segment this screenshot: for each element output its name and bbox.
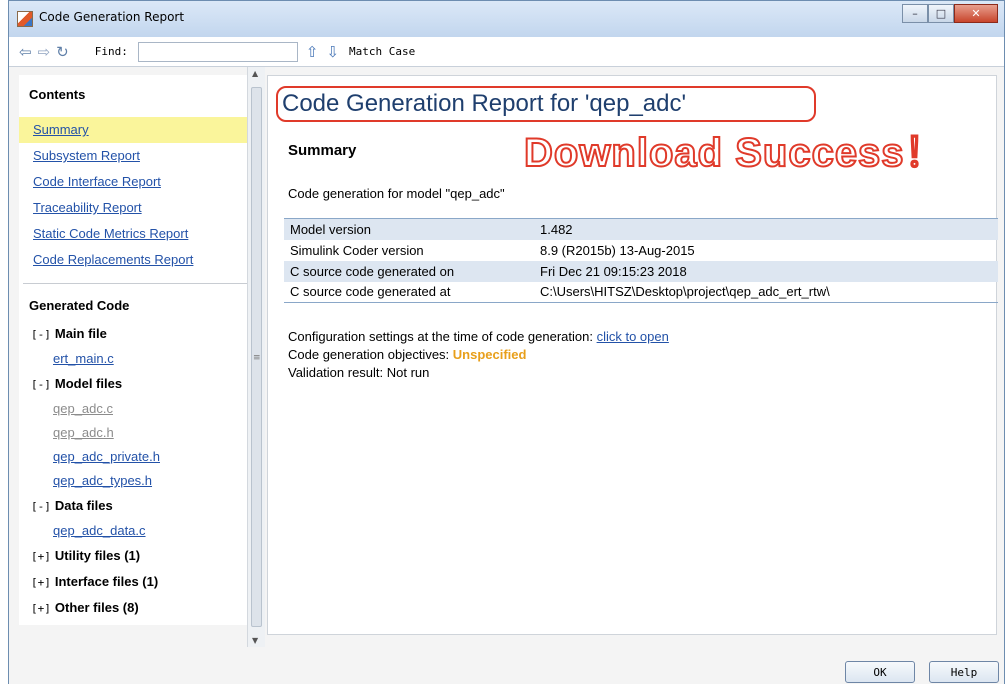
group-label: Other files (8) [54, 600, 139, 615]
close-button[interactable]: ✕ [954, 4, 998, 23]
table-row: Simulink Coder version 8.9 (R2015b) 13-A… [284, 240, 998, 261]
collapse-toggle[interactable]: [-] [31, 500, 51, 513]
validation-line: Validation result: Not run [288, 365, 430, 380]
scroll-up-arrow-icon[interactable]: ▲ [252, 69, 258, 78]
collapse-toggle[interactable]: [-] [31, 378, 51, 391]
group-label: Data files [54, 498, 113, 513]
nav-link-summary[interactable]: Summary [19, 117, 247, 143]
group-other-files[interactable]: [+] Other files (8) [19, 595, 247, 621]
table-value: Fri Dec 21 09:15:23 2018 [540, 263, 687, 279]
objectives-prefix: Code generation objectives: [288, 347, 453, 362]
content-area: Contents Summary Subsystem Report Code I… [9, 67, 1004, 647]
report-title: Code Generation Report for 'qep_adc' [282, 90, 687, 117]
table-row: C source code generated on Fri Dec 21 09… [284, 260, 998, 282]
scroll-down-arrow-icon[interactable]: ▼ [252, 636, 258, 645]
file-link-qep-adc-private-h[interactable]: qep_adc_private.h [19, 445, 247, 469]
collapse-toggle[interactable]: [-] [31, 328, 51, 341]
report-window: Code Generation Report – □ ✕ ⇦ ⇨ ↻ Find:… [8, 0, 1005, 684]
splitter-scrollbar[interactable]: ▲ ≡ ▼ [247, 67, 265, 647]
group-label: Main file [54, 326, 107, 341]
generated-code-heading: Generated Code [29, 298, 130, 313]
click-to-open-link[interactable]: click to open [597, 329, 669, 344]
ok-button[interactable]: OK [845, 661, 915, 683]
group-interface-files[interactable]: [+] Interface files (1) [19, 569, 247, 595]
group-main-file[interactable]: [-] Main file [19, 321, 247, 347]
expand-toggle[interactable]: [+] [31, 602, 51, 615]
summary-table: Model version 1.482 Simulink Coder versi… [284, 218, 998, 303]
nav-link-code-replacements-report[interactable]: Code Replacements Report [19, 247, 247, 273]
table-key: C source code generated on [290, 263, 455, 279]
nav-link-static-code-metrics-report[interactable]: Static Code Metrics Report [19, 221, 247, 247]
table-value: 1.482 [540, 221, 573, 237]
match-case-label[interactable]: Match Case [349, 45, 415, 58]
table-key: Model version [290, 221, 371, 237]
nav-link-subsystem-report[interactable]: Subsystem Report [19, 143, 247, 169]
toolbar: ⇦ ⇨ ↻ Find: ⇧ ⇩ Match Case [9, 37, 1004, 67]
group-label: Model files [54, 376, 123, 391]
divider [23, 283, 247, 284]
file-link-ert-main-c[interactable]: ert_main.c [19, 347, 247, 371]
objectives-value: Unspecified [452, 347, 527, 362]
table-key: Simulink Coder version [290, 242, 424, 258]
file-link-qep-adc-c[interactable]: qep_adc.c [19, 397, 247, 421]
group-data-files[interactable]: [-] Data files [19, 493, 247, 519]
file-link-qep-adc-h[interactable]: qep_adc.h [19, 421, 247, 445]
title-bar[interactable]: Code Generation Report – □ ✕ [9, 1, 1004, 37]
nav-link-traceability-report[interactable]: Traceability Report [19, 195, 247, 221]
objectives-line: Code generation objectives: Unspecified [288, 346, 669, 364]
nav-link-code-interface-report[interactable]: Code Interface Report [19, 169, 247, 195]
button-bar: OK Help [9, 647, 1004, 684]
table-value: 8.9 (R2015b) 13-Aug-2015 [540, 242, 695, 258]
matlab-app-icon [17, 11, 33, 27]
find-label: Find: [94, 45, 128, 58]
help-button[interactable]: Help [929, 661, 999, 683]
contents-pane: Contents Summary Subsystem Report Code I… [19, 75, 247, 625]
config-line: Configuration settings at the time of co… [288, 328, 669, 346]
summary-heading: Summary [288, 142, 357, 159]
expand-toggle[interactable]: [+] [31, 550, 51, 563]
table-row: C source code generated at C:\Users\HITS… [284, 281, 998, 303]
find-next-arrow-down-icon[interactable]: ⇩ [326, 43, 339, 61]
group-label: Interface files (1) [54, 574, 159, 589]
window-title: Code Generation Report [39, 10, 185, 24]
table-value: C:\Users\HITSZ\Desktop\project\qep_adc_e… [534, 281, 998, 303]
group-model-files[interactable]: [-] Model files [19, 371, 247, 397]
report-pane: Code Generation Report for 'qep_adc' Dow… [267, 75, 998, 635]
model-description: Code generation for model "qep_adc" [288, 186, 505, 201]
group-label: Utility files (1) [54, 548, 141, 563]
file-link-qep-adc-data-c[interactable]: qep_adc_data.c [19, 519, 247, 543]
refresh-icon[interactable]: ↻ [56, 43, 69, 61]
group-utility-files[interactable]: [+] Utility files (1) [19, 543, 247, 569]
config-block: Configuration settings at the time of co… [288, 328, 669, 382]
arrow-right-icon[interactable]: ⇨ [38, 43, 51, 61]
maximize-button[interactable]: □ [928, 4, 954, 23]
table-key: C source code generated at [284, 281, 534, 303]
file-link-qep-adc-types-h[interactable]: qep_adc_types.h [19, 469, 247, 493]
splitter-grip-icon[interactable]: ≡ [253, 353, 261, 363]
find-previous-arrow-up-icon[interactable]: ⇧ [306, 43, 319, 61]
arrow-left-icon[interactable]: ⇦ [19, 43, 32, 61]
download-success-annotation: Download Success！ [523, 130, 946, 176]
config-prefix: Configuration settings at the time of co… [288, 329, 597, 344]
expand-toggle[interactable]: [+] [31, 576, 51, 589]
minimize-button[interactable]: – [902, 4, 928, 23]
contents-heading: Contents [29, 87, 86, 102]
find-input[interactable] [137, 41, 298, 62]
window-controls: – □ ✕ [902, 4, 998, 23]
table-row: Model version 1.482 [284, 218, 998, 240]
